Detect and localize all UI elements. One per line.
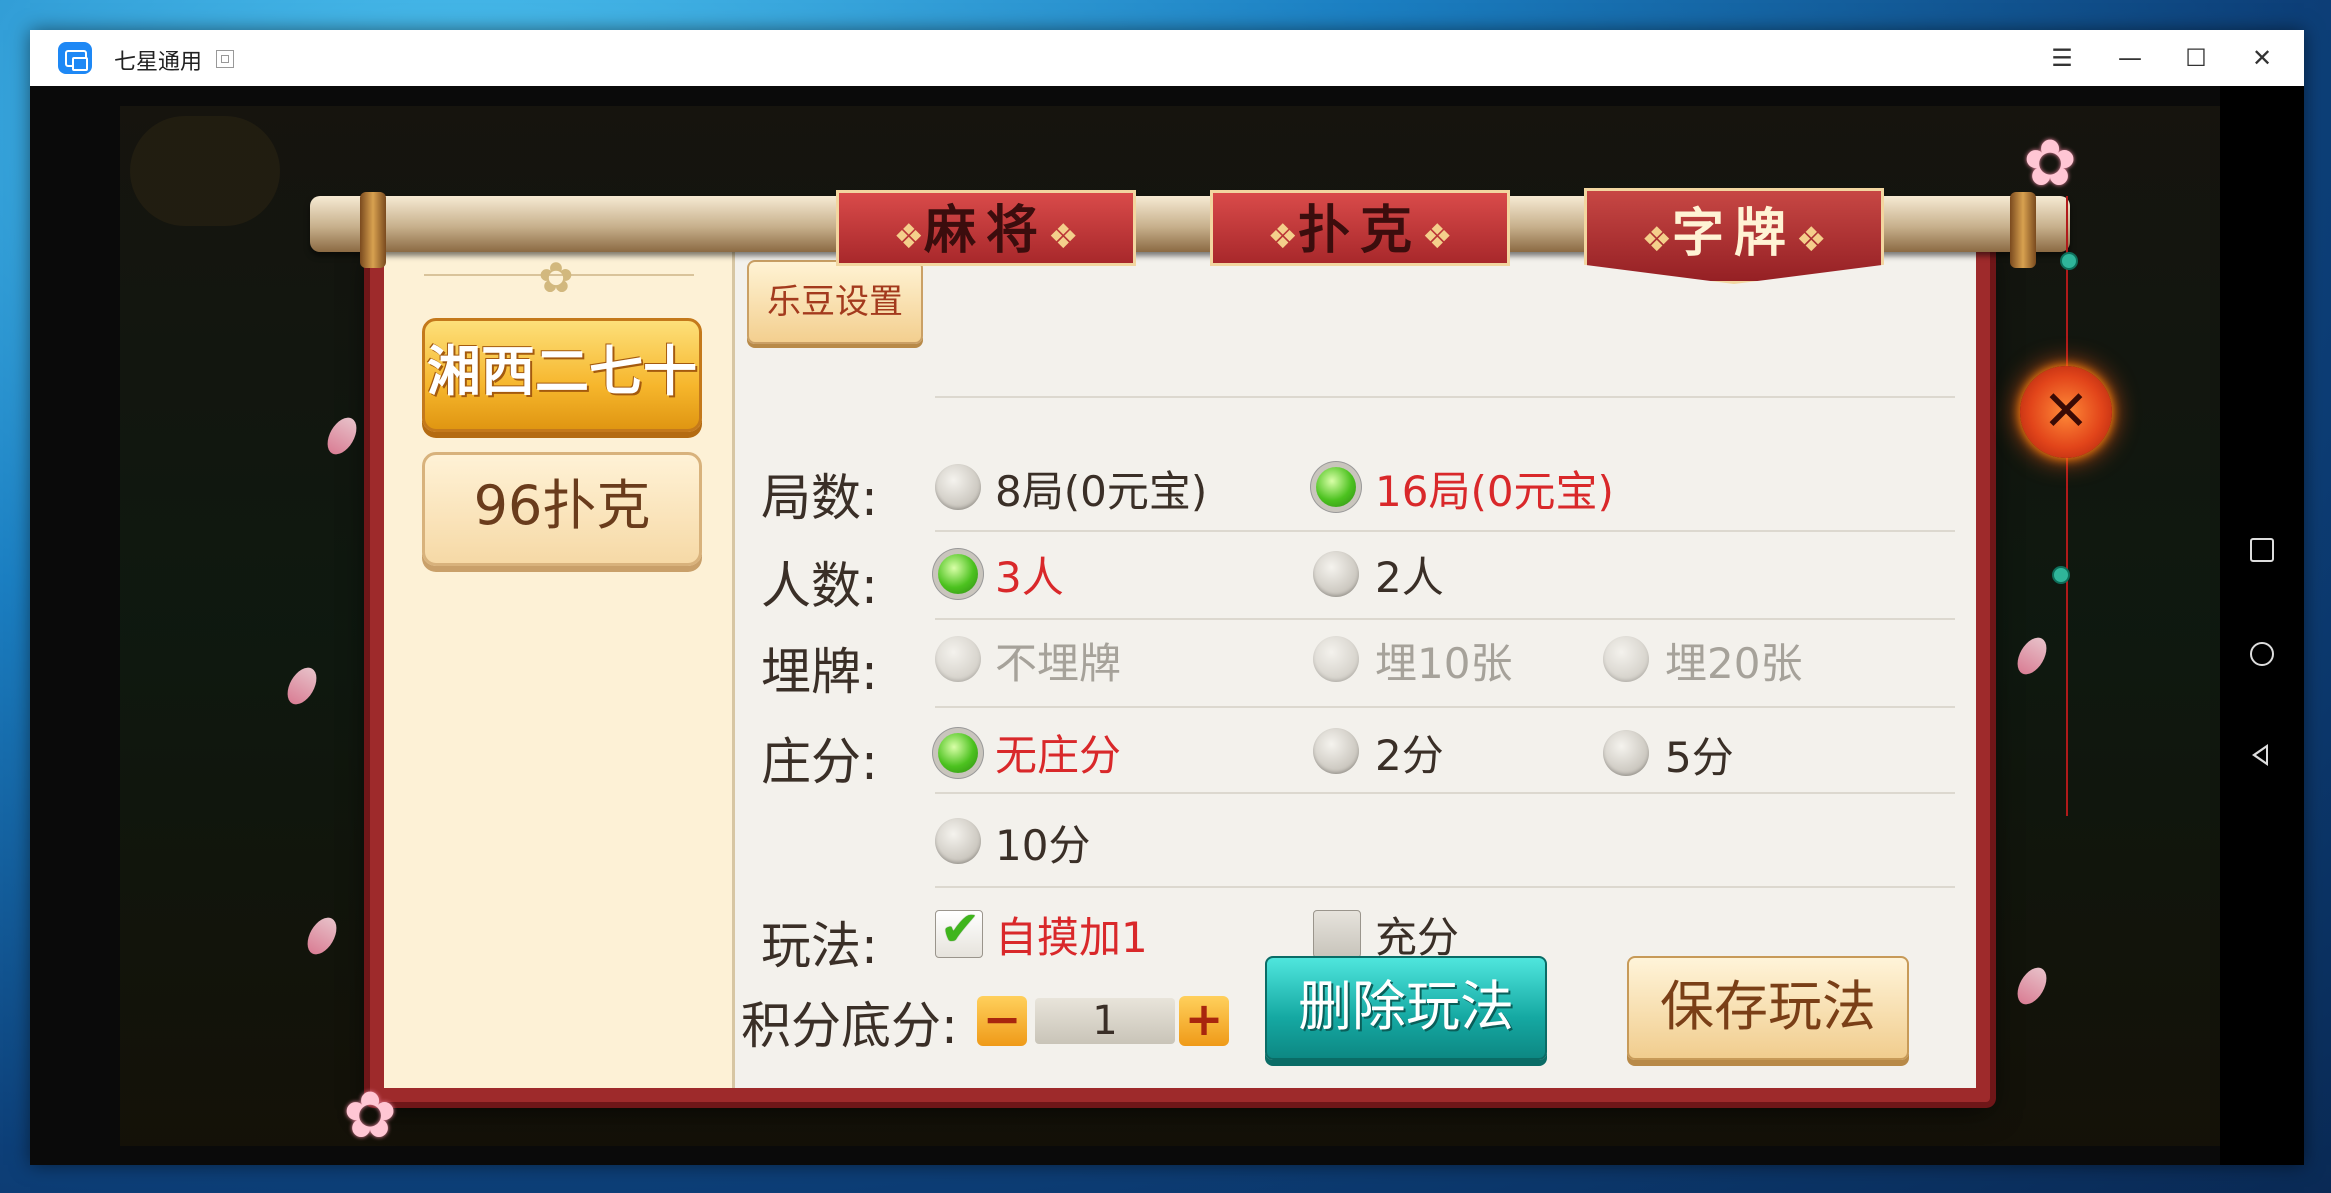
self-draw-checkbox[interactable] — [935, 901, 983, 958]
minimize-button[interactable]: — — [2110, 40, 2150, 76]
banker-none-label[interactable]: 无庄分 — [995, 722, 1121, 783]
maximize-button[interactable]: ☐ — [2176, 40, 2216, 76]
rounds-8-radio[interactable] — [935, 464, 981, 510]
banker-2-label[interactable]: 2分 — [1375, 722, 1444, 783]
tab-zipai-label: 字牌 — [1671, 204, 1796, 264]
rounds-16-label[interactable]: 16局(0元宝) — [1375, 458, 1614, 519]
tab-ornament-icon: ❖ — [1048, 217, 1079, 257]
players-2-label[interactable]: 2人 — [1375, 544, 1444, 605]
tab-poker[interactable]: ❖扑克❖ — [1210, 190, 1510, 266]
bury-10-label[interactable]: 埋10张 — [1375, 630, 1512, 691]
game-tab-96poker[interactable]: 96扑克 — [422, 452, 702, 566]
divider — [935, 886, 1955, 888]
divider — [935, 618, 1955, 620]
banker-2-radio[interactable] — [1313, 728, 1359, 774]
save-rules-button[interactable]: 保存玩法 — [1627, 956, 1909, 1060]
menu-icon[interactable]: ☰ — [2042, 40, 2082, 76]
banker-10-label[interactable]: 10分 — [995, 812, 1090, 873]
tab-ornament-icon: ❖ — [1641, 220, 1672, 260]
bury-none-radio[interactable] — [935, 636, 981, 682]
background-back-icon — [130, 116, 280, 226]
divider — [935, 396, 1955, 398]
self-draw-label[interactable]: 自摸加1 — [995, 904, 1148, 965]
tab-mahjong-label: 麻将 — [923, 201, 1048, 261]
app-window: 七星通用 ☰ — ☐ ✕ ✿ 湘西二七十 96扑克 乐豆设置 局数: 8局(0元… — [30, 30, 2304, 1165]
divider — [935, 530, 1955, 532]
rounds-label: 局数: — [761, 469, 878, 527]
create-room-dialog: ✿ 湘西二七十 96扑克 乐豆设置 局数: 8局(0元宝) 16局(0元宝) 人… — [310, 188, 2070, 1102]
delete-rules-button[interactable]: 删除玩法 — [1265, 956, 1547, 1060]
bury-label: 埋牌: — [761, 643, 878, 701]
tab-mahjong[interactable]: ❖麻将❖ — [836, 190, 1136, 266]
bury-20-label[interactable]: 埋20张 — [1665, 630, 1802, 691]
bury-10-radio[interactable] — [1313, 636, 1359, 682]
bead-decoration — [2060, 252, 2078, 270]
divider — [935, 706, 1955, 708]
score-plus-button[interactable]: + — [1179, 996, 1229, 1046]
game-list-panel: ✿ 湘西二七十 96扑克 — [384, 246, 735, 1088]
rounds-8-label[interactable]: 8局(0元宝) — [995, 458, 1207, 519]
score-minus-button[interactable]: − — [977, 996, 1027, 1046]
base-score-label: 积分底分: — [741, 997, 958, 1055]
recent-apps-icon[interactable] — [2250, 538, 2274, 562]
ledou-settings-button[interactable]: 乐豆设置 — [747, 260, 923, 344]
bury-none-label[interactable]: 不埋牌 — [995, 630, 1121, 691]
bury-20-radio[interactable] — [1603, 636, 1649, 682]
android-nav-bar — [2220, 86, 2304, 1165]
rod-cap-right — [2010, 192, 2036, 268]
tab-zipai[interactable]: ❖字牌❖ — [1584, 188, 1884, 284]
divider — [935, 792, 1955, 794]
close-dialog-button[interactable]: ✕ — [2020, 366, 2112, 458]
tab-poker-label: 扑克 — [1297, 201, 1422, 261]
flower-ornament-icon: ✿ — [538, 253, 574, 302]
game-viewport: ✿ 湘西二七十 96扑克 乐豆设置 局数: 8局(0元宝) 16局(0元宝) 人… — [30, 86, 2304, 1165]
home-icon[interactable] — [2250, 642, 2274, 666]
players-3-radio[interactable] — [938, 554, 978, 594]
close-window-button[interactable]: ✕ — [2242, 40, 2282, 76]
dialog-paper: ✿ 湘西二七十 96扑克 乐豆设置 局数: 8局(0元宝) 16局(0元宝) 人… — [370, 246, 1990, 1102]
flower-decoration: ✿ — [2023, 127, 2077, 201]
game-tab-xiangxi[interactable]: 湘西二七十 — [422, 318, 702, 432]
settings-panel: 乐豆设置 局数: 8局(0元宝) 16局(0元宝) 人数: 3人 2人 埋牌: … — [735, 246, 1976, 1088]
rounds-16-radio[interactable] — [1316, 467, 1356, 507]
tab-ornament-icon: ❖ — [1796, 220, 1827, 260]
rod-cap-left — [360, 192, 386, 268]
bead-decoration — [2052, 566, 2070, 584]
chongfen-checkbox[interactable] — [1313, 910, 1361, 958]
players-3-label[interactable]: 3人 — [995, 544, 1064, 605]
banker-5-radio[interactable] — [1603, 730, 1649, 776]
score-value: 1 — [1035, 998, 1175, 1044]
tab-ornament-icon: ❖ — [1422, 217, 1453, 257]
tab-ornament-icon: ❖ — [893, 217, 924, 257]
window-title: 七星通用 — [114, 50, 203, 75]
flower-decoration: ✿ — [343, 1079, 397, 1153]
players-2-radio[interactable] — [1313, 551, 1359, 597]
lantern-string — [2066, 196, 2068, 816]
banker-10-radio[interactable] — [935, 818, 981, 864]
pin-icon[interactable] — [216, 50, 234, 68]
title-bar: 七星通用 ☰ — ☐ ✕ — [30, 30, 2304, 87]
app-logo-icon — [58, 42, 92, 74]
banker-none-radio[interactable] — [938, 733, 978, 773]
banker-score-label: 庄分: — [761, 733, 878, 791]
players-label: 人数: — [761, 557, 878, 615]
banker-5-label[interactable]: 5分 — [1665, 724, 1734, 785]
rules-label: 玩法: — [761, 917, 878, 975]
tab-ornament-icon: ❖ — [1267, 217, 1298, 257]
back-icon[interactable] — [2252, 744, 2268, 766]
